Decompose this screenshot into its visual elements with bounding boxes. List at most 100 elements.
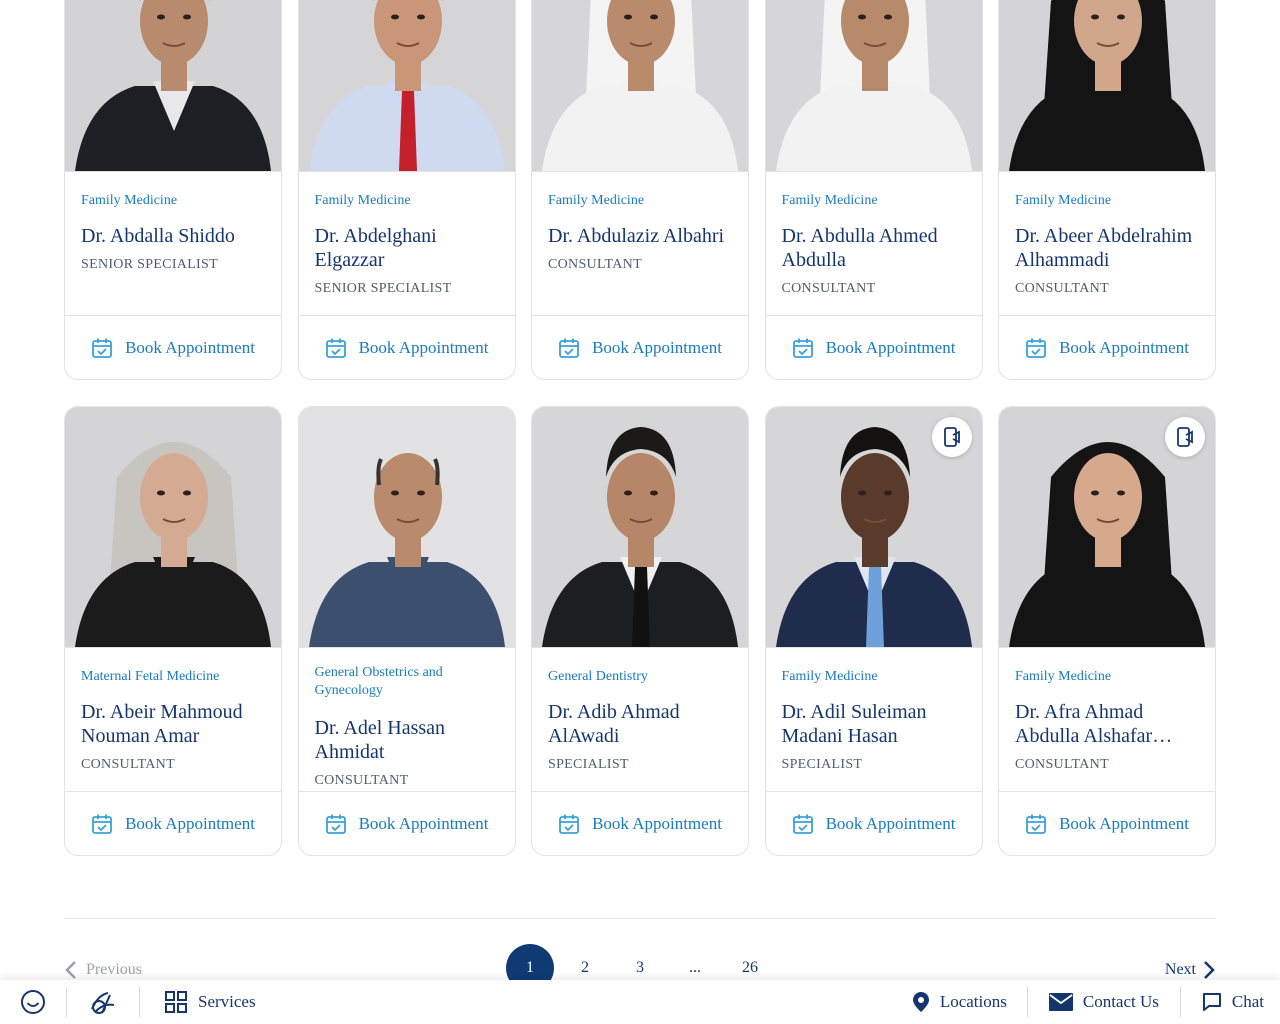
book-appointment-button[interactable]: Book Appointment: [298, 315, 515, 379]
calendar-check-icon: [1026, 814, 1046, 834]
calendar-check-icon: [559, 814, 579, 834]
video-consultation-badge[interactable]: [931, 417, 972, 457]
calendar-check-icon: [1026, 338, 1046, 358]
doctor-card[interactable]: General Obstetrics and Gynecology Dr. Ade…: [297, 406, 516, 856]
doctor-specialty: Maternal Fetal Medicine: [81, 669, 220, 684]
doctor-title: SENIOR SPECIALIST: [81, 257, 218, 272]
book-appointment-label: Book Appointment: [125, 337, 255, 357]
book-appointment-button[interactable]: Book Appointment: [65, 791, 281, 855]
book-appointment-button[interactable]: Book Appointment: [765, 791, 982, 855]
doctor-title: CONSULTANT: [314, 773, 409, 788]
doctor-info: General Obstetrics and Gynecology Dr. Ade…: [298, 647, 515, 791]
doctor-card[interactable]: Family Medicine Dr. Abdelghani Elgazzar SE…: [297, 0, 516, 380]
doctor-card[interactable]: Family Medicine Dr. Adil Suleiman Madani …: [764, 406, 983, 856]
previous-label: Previous: [86, 961, 142, 978]
doctor-name[interactable]: Dr. Abeer Abdelrahim Alhammadi: [1015, 224, 1199, 272]
doctor-title: SENIOR SPECIALIST: [314, 281, 452, 296]
doctor-title: CONSULTANT: [1015, 281, 1109, 296]
doctor-info: Maternal Fetal Medicine Dr. Abeir Mahmoud…: [65, 647, 281, 791]
doctor-name[interactable]: Dr. Abdulla Ahmed Abdulla: [782, 224, 966, 272]
location-pin-icon: [912, 992, 929, 1012]
doctor-info: Family Medicine Dr. Abdalla Shiddo SENIOR …: [65, 171, 281, 315]
chevron-left-icon: [65, 961, 76, 979]
logo-button[interactable]: [67, 980, 139, 1024]
doctor-card[interactable]: Family Medicine Dr. Afra Ahmad Abdulla Al…: [998, 406, 1216, 856]
doctor-name[interactable]: Dr. Abdalla Shiddo: [81, 224, 265, 248]
doctor-card[interactable]: Family Medicine Dr. Abdalla Shiddo SENIOR …: [64, 0, 282, 380]
book-appointment-label: Book Appointment: [358, 337, 489, 357]
calendar-check-icon: [325, 338, 346, 358]
doctor-specialty: Family Medicine: [1015, 193, 1112, 208]
doctor-info: Family Medicine Dr. Abeer Abdelrahim Alha…: [999, 171, 1215, 315]
calendar-check-icon: [792, 338, 813, 358]
doctor-info: General Dentistry Dr. Adib Ahmad AlAwadi S…: [532, 647, 748, 791]
doctor-name[interactable]: Dr. Adib Ahmad AlAwadi: [548, 700, 732, 748]
services-button[interactable]: Services: [140, 980, 256, 1024]
book-appointment-label: Book Appointment: [825, 337, 956, 357]
video-call-icon: [1177, 427, 1193, 447]
doctor-photo[interactable]: [65, 0, 281, 171]
doctor-photo[interactable]: [765, 0, 982, 171]
doctor-photo[interactable]: [999, 407, 1215, 647]
doctor-photo[interactable]: [532, 407, 748, 647]
doctor-name[interactable]: Dr. Adel Hassan Ahmidat: [315, 716, 499, 764]
doctor-card[interactable]: Maternal Fetal Medicine Dr. Abeir Mahmoud…: [64, 406, 282, 856]
book-appointment-label: Book Appointment: [358, 813, 489, 833]
doctor-specialty: General Obstetrics and Gynecology: [314, 665, 443, 698]
contact-us-button[interactable]: Contact Us: [1028, 980, 1180, 1024]
book-appointment-button[interactable]: Book Appointment: [999, 315, 1215, 379]
book-appointment-label: Book Appointment: [592, 813, 722, 833]
doctor-photo[interactable]: [532, 0, 748, 171]
doctor-card[interactable]: Family Medicine Dr. Abeer Abdelrahim Alha…: [998, 0, 1216, 380]
book-appointment-button[interactable]: Book Appointment: [65, 315, 281, 379]
doctor-specialty: Family Medicine: [548, 193, 645, 208]
doctor-specialty: Family Medicine: [781, 669, 878, 684]
doctor-card[interactable]: General Dentistry Dr. Adib Ahmad AlAwadi S…: [531, 406, 749, 856]
next-label: Next: [1164, 961, 1196, 978]
calendar-check-icon: [92, 338, 112, 358]
doctor-name[interactable]: Dr. Adil Suleiman Madani Hasan: [782, 700, 966, 748]
doctor-name[interactable]: Dr. Abeir Mahmoud Nouman Amar: [81, 700, 265, 748]
doctor-photo[interactable]: [298, 0, 515, 171]
book-appointment-label: Book Appointment: [825, 813, 956, 833]
doctor-card[interactable]: Family Medicine Dr. Abdulla Ahmed Abdulla…: [764, 0, 983, 380]
doctor-title: CONSULTANT: [781, 281, 876, 296]
book-appointment-button[interactable]: Book Appointment: [765, 315, 982, 379]
doctor-info: Family Medicine Dr. Abdelghani Elgazzar SE…: [298, 171, 515, 315]
smile-home-button[interactable]: [0, 980, 66, 1024]
doctor-specialty: Family Medicine: [1015, 669, 1112, 684]
chat-label: Chat: [1231, 992, 1264, 1011]
doctor-photo[interactable]: [999, 0, 1215, 171]
doctor-photo[interactable]: [298, 407, 515, 647]
doctor-title: CONSULTANT: [81, 757, 175, 772]
book-appointment-button[interactable]: Book Appointment: [298, 791, 515, 855]
doctor-photo[interactable]: [765, 407, 982, 647]
doctor-name[interactable]: Dr. Abdulaziz Albahri: [548, 224, 732, 248]
locations-label: Locations: [939, 992, 1007, 1011]
book-appointment-button[interactable]: Book Appointment: [999, 791, 1215, 855]
doctor-title: CONSULTANT: [1015, 757, 1109, 772]
previous-page-button[interactable]: Previous: [64, 960, 142, 980]
doctor-title: SPECIALIST: [548, 757, 629, 772]
book-appointment-label: Book Appointment: [1059, 813, 1189, 833]
doctor-specialty: General Dentistry: [548, 669, 648, 684]
doctor-specialty: Family Medicine: [781, 193, 878, 208]
book-appointment-label: Book Appointment: [592, 337, 722, 357]
locations-button[interactable]: Locations: [912, 980, 1027, 1024]
doctor-info: Family Medicine Dr. Abdulaziz Albahri CONS…: [532, 171, 748, 315]
grid-icon: [165, 991, 187, 1013]
video-consultation-badge[interactable]: [1165, 417, 1205, 457]
doctor-card[interactable]: Family Medicine Dr. Abdulaziz Albahri CONS…: [531, 0, 749, 380]
chat-button[interactable]: Chat: [1181, 980, 1280, 1024]
doctor-name[interactable]: Dr. Afra Ahmad Abdulla Alshafar…: [1015, 700, 1199, 748]
book-appointment-button[interactable]: Book Appointment: [532, 791, 748, 855]
doctor-name[interactable]: Dr. Abdelghani Elgazzar: [315, 224, 499, 272]
bottom-navigation-bar: Services Locations Contact Us Chat: [0, 980, 1280, 1024]
book-appointment-label: Book Appointment: [125, 813, 255, 833]
book-appointment-button[interactable]: Book Appointment: [532, 315, 748, 379]
pagination-divider: [64, 918, 1216, 919]
doctor-photo[interactable]: [65, 407, 281, 647]
doctor-info: Family Medicine Dr. Afra Ahmad Abdulla Al…: [999, 647, 1215, 791]
next-page-button[interactable]: Next: [1165, 960, 1216, 980]
doctors-listing-page: Family Medicine Dr. Abdalla Shiddo SENIOR …: [0, 0, 1280, 1024]
